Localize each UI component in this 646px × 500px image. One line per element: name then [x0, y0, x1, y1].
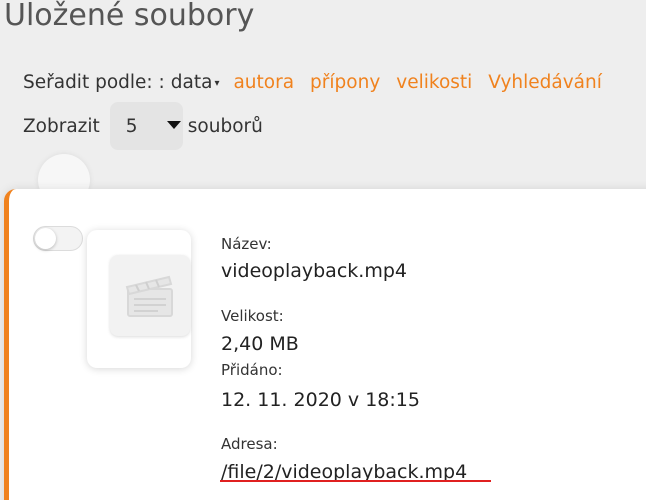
file-added-label: Přidáno: — [221, 361, 283, 379]
sort-link-author[interactable]: autora — [233, 71, 294, 95]
sort-label: Seřadit podle: : — [23, 72, 165, 93]
page-title: Uložené soubory — [4, 0, 255, 33]
file-size: 2,40 MB — [221, 333, 299, 355]
file-select-toggle[interactable] — [33, 226, 83, 251]
address-underline — [220, 480, 491, 482]
file-thumbnail[interactable] — [87, 230, 191, 368]
file-card: Název: videoplayback.mp4 Velikost: 2,40 … — [4, 189, 646, 500]
sort-link-size[interactable]: velikosti — [396, 71, 472, 95]
sort-current-data[interactable]: data — [171, 71, 213, 95]
file-address-label: Adresa: — [221, 435, 278, 453]
thumbnail-tile[interactable] — [110, 255, 190, 336]
toggle-knob[interactable] — [35, 228, 56, 249]
file-name-label: Název: — [221, 235, 272, 253]
video-clapperboard-icon — [125, 275, 173, 317]
sort-caret-icon[interactable]: ▾ — [214, 72, 219, 96]
sort-bar: Seřadit podle: : data ▾ autora přípony v… — [23, 70, 602, 96]
search-link[interactable]: Vyhledávání — [488, 71, 602, 95]
show-bar: Zobrazit 5 souborů — [23, 102, 263, 150]
show-label: Zobrazit — [23, 115, 100, 137]
file-size-label: Velikost: — [221, 307, 284, 325]
chevron-down-icon[interactable] — [166, 121, 181, 129]
sort-link-extension[interactable]: přípony — [310, 71, 380, 95]
show-count-select[interactable]: 5 — [109, 102, 183, 150]
file-added: 12. 11. 2020 v 18:15 — [221, 389, 420, 411]
show-count-value[interactable]: 5 — [126, 116, 138, 137]
page: Uložené soubory Seřadit podle: : data ▾ … — [0, 0, 646, 500]
file-name: videoplayback.mp4 — [221, 260, 407, 282]
show-suffix: souborů — [187, 115, 263, 137]
